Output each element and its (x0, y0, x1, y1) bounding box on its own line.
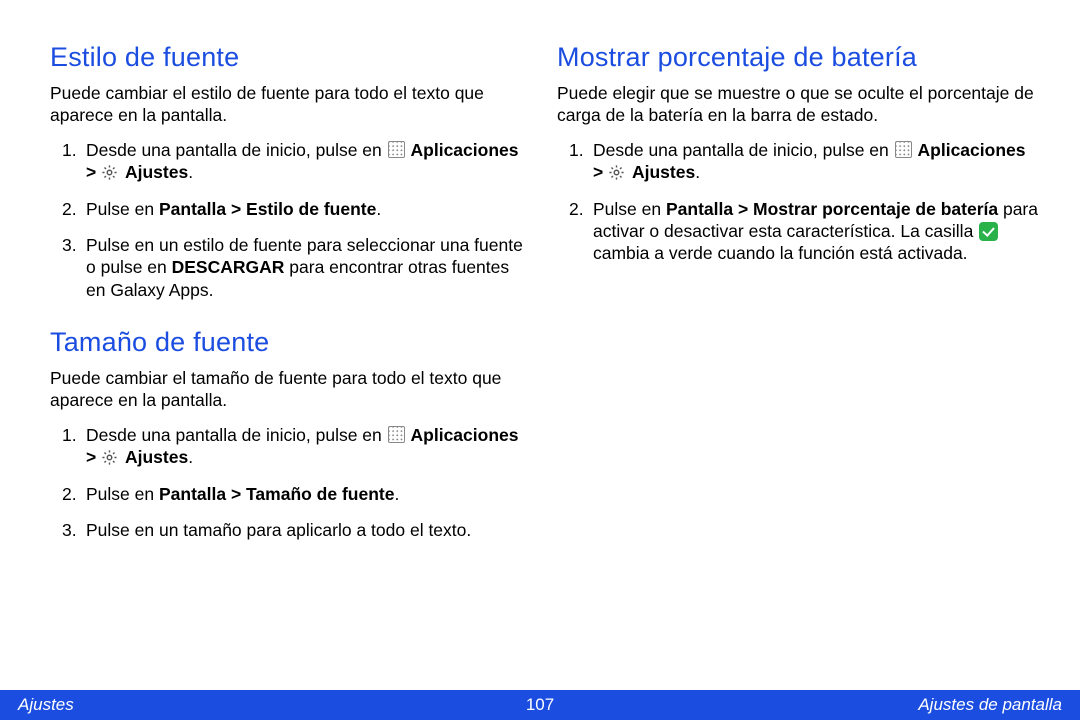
step-text: Desde una pantalla de inicio, pulse en (86, 140, 387, 160)
intro-estilo-fuente: Puede cambiar el estilo de fuente para t… (50, 83, 531, 127)
step-text: Pulse en (86, 199, 159, 219)
path-pantalla-bateria: Pantalla > Mostrar porcentaje de batería (666, 199, 998, 219)
steps-porcentaje-bateria: 1. Desde una pantalla de inicio, pulse e… (557, 139, 1038, 265)
step-number: 2. (569, 198, 593, 220)
footer-left: Ajustes (18, 695, 526, 715)
step-text: Pulse en (86, 484, 159, 504)
settings-gear-icon (101, 164, 118, 181)
intro-porcentaje-bateria: Puede elegir que se muestre o que se ocu… (557, 83, 1038, 127)
apps-label: Aplicaciones (918, 140, 1026, 160)
breadcrumb-sep: > (86, 162, 101, 182)
page-footer: Ajustes 107 Ajustes de pantalla (0, 690, 1080, 720)
step-2: 2. Pulse en Pantalla > Estilo de fuente. (62, 198, 531, 220)
path-pantalla-tamano: Pantalla > Tamaño de fuente (159, 484, 395, 504)
step-text: Desde una pantalla de inicio, pulse en (593, 140, 894, 160)
steps-estilo-fuente: 1. Desde una pantalla de inicio, pulse e… (50, 139, 531, 301)
apps-grid-icon (895, 141, 912, 158)
checkbox-icon (979, 222, 998, 241)
heading-tamano-fuente: Tamaño de fuente (50, 327, 531, 358)
step-number: 3. (62, 234, 86, 256)
settings-gear-icon (101, 449, 118, 466)
step-text: Pulse en un tamaño para aplicarlo a todo… (86, 519, 531, 541)
manual-page: Estilo de fuente Puede cambiar el estilo… (0, 0, 1080, 690)
heading-estilo-fuente: Estilo de fuente (50, 42, 531, 73)
step-1: 1. Desde una pantalla de inicio, pulse e… (62, 139, 531, 184)
step-number: 1. (62, 139, 86, 161)
step-3: 3. Pulse en un tamaño para aplicarlo a t… (62, 519, 531, 541)
apps-grid-icon (388, 141, 405, 158)
apps-grid-icon (388, 426, 405, 443)
intro-tamano-fuente: Puede cambiar el tamaño de fuente para t… (50, 368, 531, 412)
step-number: 2. (62, 483, 86, 505)
period: . (188, 447, 193, 467)
footer-right: Ajustes de pantalla (554, 695, 1062, 715)
step-number: 2. (62, 198, 86, 220)
step-number: 1. (62, 424, 86, 446)
step-text: Pulse en (593, 199, 666, 219)
apps-label: Aplicaciones (411, 425, 519, 445)
settings-label: Ajustes (125, 162, 188, 182)
step-text: Desde una pantalla de inicio, pulse en (86, 425, 387, 445)
settings-label: Ajustes (125, 447, 188, 467)
step-1: 1. Desde una pantalla de inicio, pulse e… (569, 139, 1038, 184)
download-label: DESCARGAR (172, 257, 285, 277)
period: . (376, 199, 381, 219)
period: . (394, 484, 399, 504)
step-2: 2. Pulse en Pantalla > Mostrar porcentaj… (569, 198, 1038, 265)
period: . (188, 162, 193, 182)
heading-porcentaje-bateria: Mostrar porcentaje de batería (557, 42, 1038, 73)
steps-tamano-fuente: 1. Desde una pantalla de inicio, pulse e… (50, 424, 531, 542)
footer-page-number: 107 (526, 695, 554, 715)
path-pantalla-estilo: Pantalla > Estilo de fuente (159, 199, 376, 219)
step-number: 1. (569, 139, 593, 161)
apps-label: Aplicaciones (411, 140, 519, 160)
right-column: Mostrar porcentaje de batería Puede eleg… (557, 42, 1038, 690)
settings-label: Ajustes (632, 162, 695, 182)
step-text: cambia a verde cuando la función está ac… (593, 243, 968, 263)
period: . (695, 162, 700, 182)
step-number: 3. (62, 519, 86, 541)
step-1: 1. Desde una pantalla de inicio, pulse e… (62, 424, 531, 469)
breadcrumb-sep: > (86, 447, 101, 467)
breadcrumb-sep: > (593, 162, 608, 182)
step-2: 2. Pulse en Pantalla > Tamaño de fuente. (62, 483, 531, 505)
left-column: Estilo de fuente Puede cambiar el estilo… (50, 42, 531, 690)
settings-gear-icon (608, 164, 625, 181)
step-3: 3. Pulse en un estilo de fuente para sel… (62, 234, 531, 301)
